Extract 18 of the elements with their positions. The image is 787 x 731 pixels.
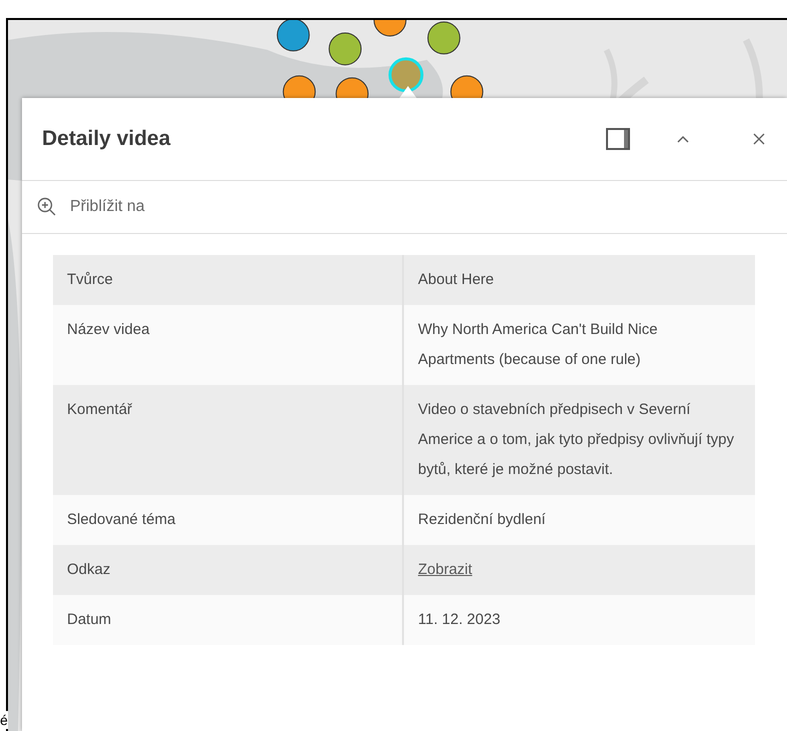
view-link[interactable]: Zobrazit <box>418 561 472 578</box>
field-label: Odkaz <box>67 561 110 578</box>
field-value: Video o stavebních předpisech v Severní Americe a o tom, jak tyto předpisy ovlivňují typy bytů, které je možné postavit. <box>418 401 734 478</box>
field-label: Datum <box>67 611 112 628</box>
close-icon[interactable] <box>751 131 767 147</box>
field-label: Název videa <box>67 321 150 338</box>
field-value: About Here <box>418 271 494 288</box>
field-value: 11. 12. 2023 <box>418 611 500 628</box>
zoom-in-icon <box>36 196 58 218</box>
field-value: Why North America Can't Build Nice Apartments (because of one rule) <box>418 321 658 368</box>
page-fragment: é <box>0 711 8 729</box>
popup-title: Detaily videa <box>42 126 172 152</box>
field-label: Komentář <box>67 401 132 418</box>
zoom-to-button[interactable]: Přiblížit na <box>22 181 787 234</box>
dock-icon[interactable] <box>606 128 630 150</box>
field-value: Rezidenční bydlení <box>418 511 546 528</box>
field-label: Tvůrce <box>67 271 113 288</box>
field-label: Sledované téma <box>67 511 176 528</box>
